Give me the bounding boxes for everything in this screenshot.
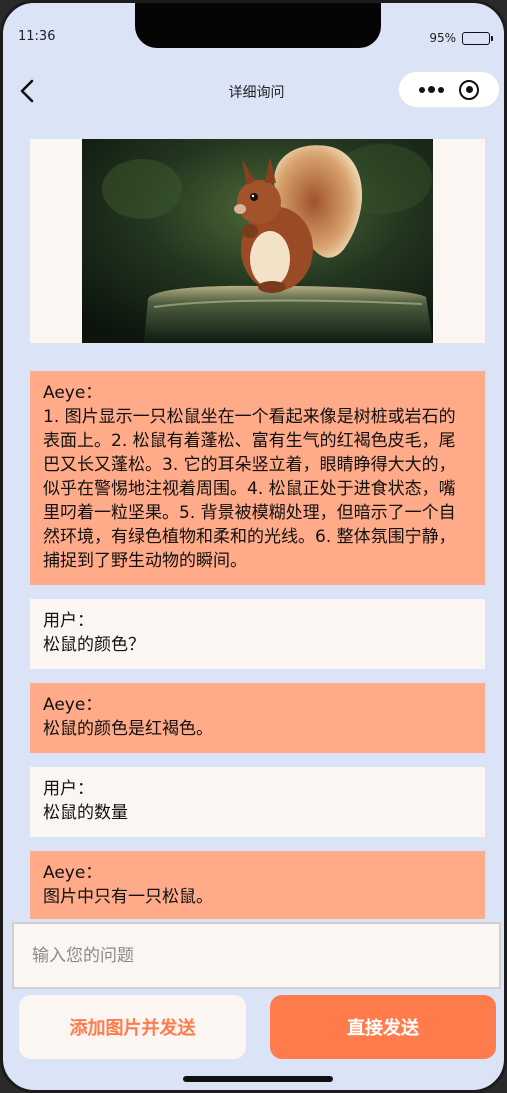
speaker-label: 用户： — [43, 611, 94, 631]
direct-send-button[interactable]: 直接发送 — [270, 995, 496, 1059]
battery-icon — [462, 31, 493, 45]
target-circle-icon[interactable] — [459, 79, 480, 100]
home-indicator — [183, 1076, 333, 1082]
status-battery: 95% — [429, 31, 493, 45]
mini-program-capsule — [398, 71, 500, 108]
navbar: 详细询问 — [3, 65, 504, 117]
notch — [135, 3, 381, 48]
message-text: 松鼠的颜色？ — [43, 635, 145, 655]
ai-message: Aeye： 松鼠的颜色是红褐色。 — [30, 683, 485, 753]
speaker-label: Aeye： — [43, 383, 103, 403]
add-image-send-button[interactable]: 添加图片并发送 — [19, 995, 246, 1059]
user-message: 用户： 松鼠的颜色？ — [30, 599, 485, 669]
chat-content[interactable]: Aeye： 1. 图片显示一只松鼠坐在一个看起来像是树桩或岩石的表面上。2. 松… — [30, 139, 485, 919]
question-input[interactable] — [32, 945, 481, 966]
question-input-container — [12, 922, 501, 989]
message-text: 图片中只有一只松鼠。 — [43, 887, 213, 907]
ai-message: Aeye： 1. 图片显示一只松鼠坐在一个看起来像是树桩或岩石的表面上。2. 松… — [30, 371, 485, 585]
message-text: 1. 图片显示一只松鼠坐在一个看起来像是树桩或岩石的表面上。2. 松鼠有着蓬松、… — [43, 407, 456, 571]
message-text: 松鼠的数量 — [43, 803, 128, 823]
message-text: 松鼠的颜色是红褐色。 — [43, 719, 213, 739]
squirrel-photo — [82, 139, 433, 343]
phone-screen: 11:36 95% 详细询问 Aeye： 1. 图片显示一只松鼠坐在一个看起来像… — [0, 0, 507, 1093]
ai-message: Aeye： 图片中只有一只松鼠。 — [30, 851, 485, 919]
uploaded-image-frame — [30, 139, 485, 343]
speaker-label: Aeye： — [43, 863, 103, 883]
user-message: 用户： 松鼠的数量 — [30, 767, 485, 837]
status-time: 11:36 — [18, 29, 56, 44]
battery-percent: 95% — [429, 31, 456, 45]
speaker-label: 用户： — [43, 779, 94, 799]
more-dots-icon[interactable] — [418, 86, 444, 93]
speaker-label: Aeye： — [43, 695, 103, 715]
